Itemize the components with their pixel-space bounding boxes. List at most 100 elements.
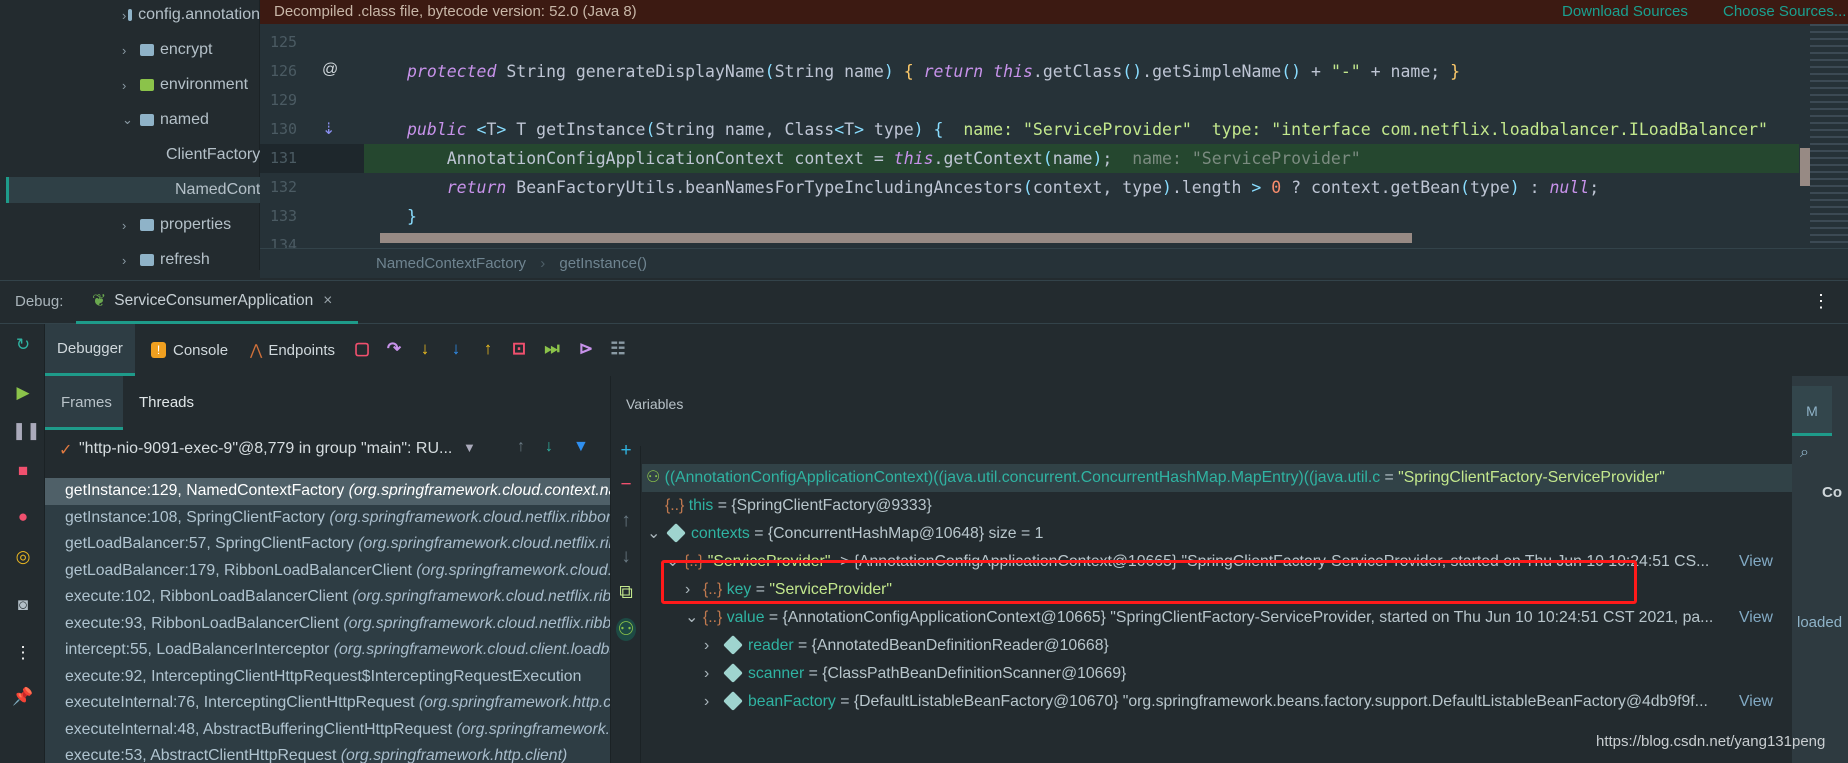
tree-item[interactable]: NamedContextFactory <box>6 177 260 203</box>
chevron-icon[interactable]: ⌄ <box>122 112 140 128</box>
tree-item[interactable]: › config.annotation <box>0 2 260 28</box>
evaluate-expression-icon[interactable]: ⊳ <box>575 338 597 360</box>
run-to-cursor-icon[interactable]: ⏭ <box>541 338 563 360</box>
thread-selector[interactable]: ✓ "http-nio-9091-exec-9"@8,779 in group … <box>45 430 610 474</box>
view-breakpoints-icon[interactable]: ● <box>12 506 34 528</box>
tab-threads[interactable]: Threads <box>123 376 210 430</box>
tree-item[interactable]: ⌄ named <box>0 107 260 133</box>
frame-row[interactable]: getInstance:129, NamedContextFactory (or… <box>45 478 610 505</box>
choose-sources-link[interactable]: Choose Sources... <box>1723 0 1846 24</box>
variable-row[interactable]: › reader = {AnnotatedBeanDefinitionReader… <box>704 632 1109 660</box>
breadcrumb-class[interactable]: NamedContextFactory <box>376 255 526 272</box>
chevron-icon[interactable]: › <box>704 688 722 716</box>
folder-icon <box>127 9 133 21</box>
chevron-icon[interactable]: ⌄ <box>647 520 665 548</box>
move-down-icon[interactable]: ↓ <box>616 546 636 568</box>
step-over-icon[interactable]: ↷ <box>383 338 405 360</box>
arrow-down-icon[interactable]: ↓ <box>545 438 553 456</box>
frame-row[interactable]: getLoadBalancer:57, SpringClientFactory … <box>45 531 610 558</box>
code-token: ( <box>645 120 656 139</box>
code-line[interactable]: public <T> T getInstance(String name, Cl… <box>407 115 1768 144</box>
chevron-icon[interactable]: › <box>122 78 140 93</box>
tree-item[interactable]: › properties <box>0 212 260 238</box>
gutter-icon[interactable]: ⇣ <box>322 119 335 139</box>
remove-watch-icon[interactable]: − <box>616 474 636 496</box>
vertical-scrollbar[interactable] <box>1800 148 1810 186</box>
stop-icon[interactable]: ■ <box>12 460 34 482</box>
frame-row[interactable]: executeInternal:48, AbstractBufferingCli… <box>45 717 610 744</box>
view-link[interactable]: View <box>1735 688 1773 716</box>
tab-service-consumer-application[interactable]: ❦ ServiceConsumerApplication × <box>76 281 358 324</box>
search-icon[interactable]: ⌕ <box>1800 444 1809 462</box>
settings-icon[interactable]: ⋮ <box>12 642 34 664</box>
code-line[interactable]: return BeanFactoryUtils.beanNamesForType… <box>407 173 1599 202</box>
watch-row[interactable]: ⚇ ((AnnotationConfigApplicationContext)(… <box>642 464 1792 492</box>
variable-row[interactable]: ⌄ {..} value = {AnnotationConfigApplicati… <box>685 604 1773 632</box>
more-options-icon[interactable]: ⋮ <box>1812 291 1830 312</box>
chevron-icon[interactable]: › <box>122 43 140 58</box>
restore-layout-icon[interactable]: ▢ <box>351 338 373 360</box>
tree-item[interactable]: › environment <box>0 72 260 98</box>
chevron-icon[interactable]: › <box>122 218 140 233</box>
chevron-icon[interactable]: › <box>122 253 140 268</box>
view-link[interactable]: View <box>1735 604 1773 632</box>
maven-tab[interactable]: M <box>1792 386 1832 436</box>
variable-row[interactable]: › scanner = {ClassPathBeanDefinitionScann… <box>704 660 1126 688</box>
frame-row[interactable]: execute:53, AbstractClientHttpRequest (o… <box>45 743 610 763</box>
frame-row[interactable]: getLoadBalancer:179, RibbonLoadBalancerC… <box>45 558 610 585</box>
frame-row[interactable]: execute:92, InterceptingClientHttpReques… <box>45 664 610 691</box>
frames-list[interactable]: getInstance:129, NamedContextFactory (or… <box>45 478 610 763</box>
mute-breakpoints-icon[interactable]: ◎ <box>12 546 34 568</box>
close-icon[interactable]: × <box>323 292 332 310</box>
camera-icon[interactable]: ◙ <box>12 594 34 616</box>
chevron-icon[interactable]: › <box>704 632 722 660</box>
pause-icon[interactable]: ❚❚ <box>12 420 41 442</box>
tree-item[interactable]: › refresh <box>0 247 260 273</box>
variable-row[interactable]: {..} this = {SpringClientFactory@9333} <box>647 492 932 520</box>
view-link[interactable]: View <box>1735 548 1773 576</box>
rerun-icon[interactable]: ↻ <box>12 334 34 356</box>
trace-settings-icon[interactable]: ☷ <box>607 338 629 360</box>
tree-item-label: named <box>160 111 209 128</box>
chevron-icon[interactable]: › <box>122 8 128 23</box>
move-up-icon[interactable]: ↑ <box>616 510 636 532</box>
force-step-into-icon[interactable]: ↓ <box>445 338 467 360</box>
drop-frame-icon[interactable]: ⊡ <box>508 338 530 360</box>
frame-row[interactable]: executeInternal:76, InterceptingClientHt… <box>45 690 610 717</box>
download-sources-link[interactable]: Download Sources <box>1562 0 1688 24</box>
step-out-icon[interactable]: ↑ <box>477 338 499 360</box>
watches-icon[interactable]: ⚇ <box>616 618 636 641</box>
tab-console[interactable]: ! Console <box>151 324 228 376</box>
breadcrumb-method[interactable]: getInstance() <box>559 255 647 272</box>
tab-frames[interactable]: Frames <box>45 376 123 430</box>
filter-icon[interactable]: ▼ <box>573 438 589 456</box>
frame-package: (org.springframework.http.client) <box>340 747 568 763</box>
resume-icon[interactable]: ▶ <box>12 382 34 404</box>
gutter-icon[interactable]: @ <box>322 61 338 79</box>
tab-endpoints[interactable]: ⋀ Endpoints <box>250 324 335 376</box>
horizontal-scrollbar[interactable] <box>380 233 1412 243</box>
add-watch-icon[interactable]: + <box>616 440 636 462</box>
tab-debugger[interactable]: Debugger <box>45 324 135 376</box>
chevron-icon[interactable]: ⌄ <box>685 604 703 632</box>
tree-item[interactable]: ClientFactory <box>0 142 260 168</box>
code-line[interactable]: } <box>407 202 417 231</box>
arrow-up-icon[interactable]: ↑ <box>517 438 525 456</box>
copy-icon[interactable]: ⧉ <box>616 582 636 604</box>
step-into-icon[interactable]: ↓ <box>414 338 436 360</box>
code-line[interactable]: protected String generateDisplayName(Str… <box>407 57 1460 86</box>
variable-row[interactable]: ⌄ contexts = {ConcurrentHashMap@10648} si… <box>647 520 1043 548</box>
frame-row[interactable]: execute:102, RibbonLoadBalancerClient (o… <box>45 584 610 611</box>
chevron-icon[interactable]: › <box>704 660 722 688</box>
dropdown-icon[interactable]: ▼ <box>463 440 476 455</box>
frame-row[interactable]: intercept:55, LoadBalancerInterceptor (o… <box>45 637 610 664</box>
frame-row[interactable]: getInstance:108, SpringClientFactory (or… <box>45 505 610 532</box>
variable-row[interactable]: › beanFactory = {DefaultListableBeanFacto… <box>704 688 1773 716</box>
code-editor[interactable]: 125 126 @ protected String generateDisplayN… <box>260 24 1848 248</box>
minimap[interactable] <box>1810 24 1848 248</box>
code-line[interactable]: AnnotationConfigApplicationContext conte… <box>407 144 1361 173</box>
tree-item[interactable]: › encrypt <box>0 37 260 63</box>
frame-row[interactable]: execute:93, RibbonLoadBalancerClient (or… <box>45 611 610 638</box>
pin-icon[interactable]: 📌 <box>12 686 34 708</box>
